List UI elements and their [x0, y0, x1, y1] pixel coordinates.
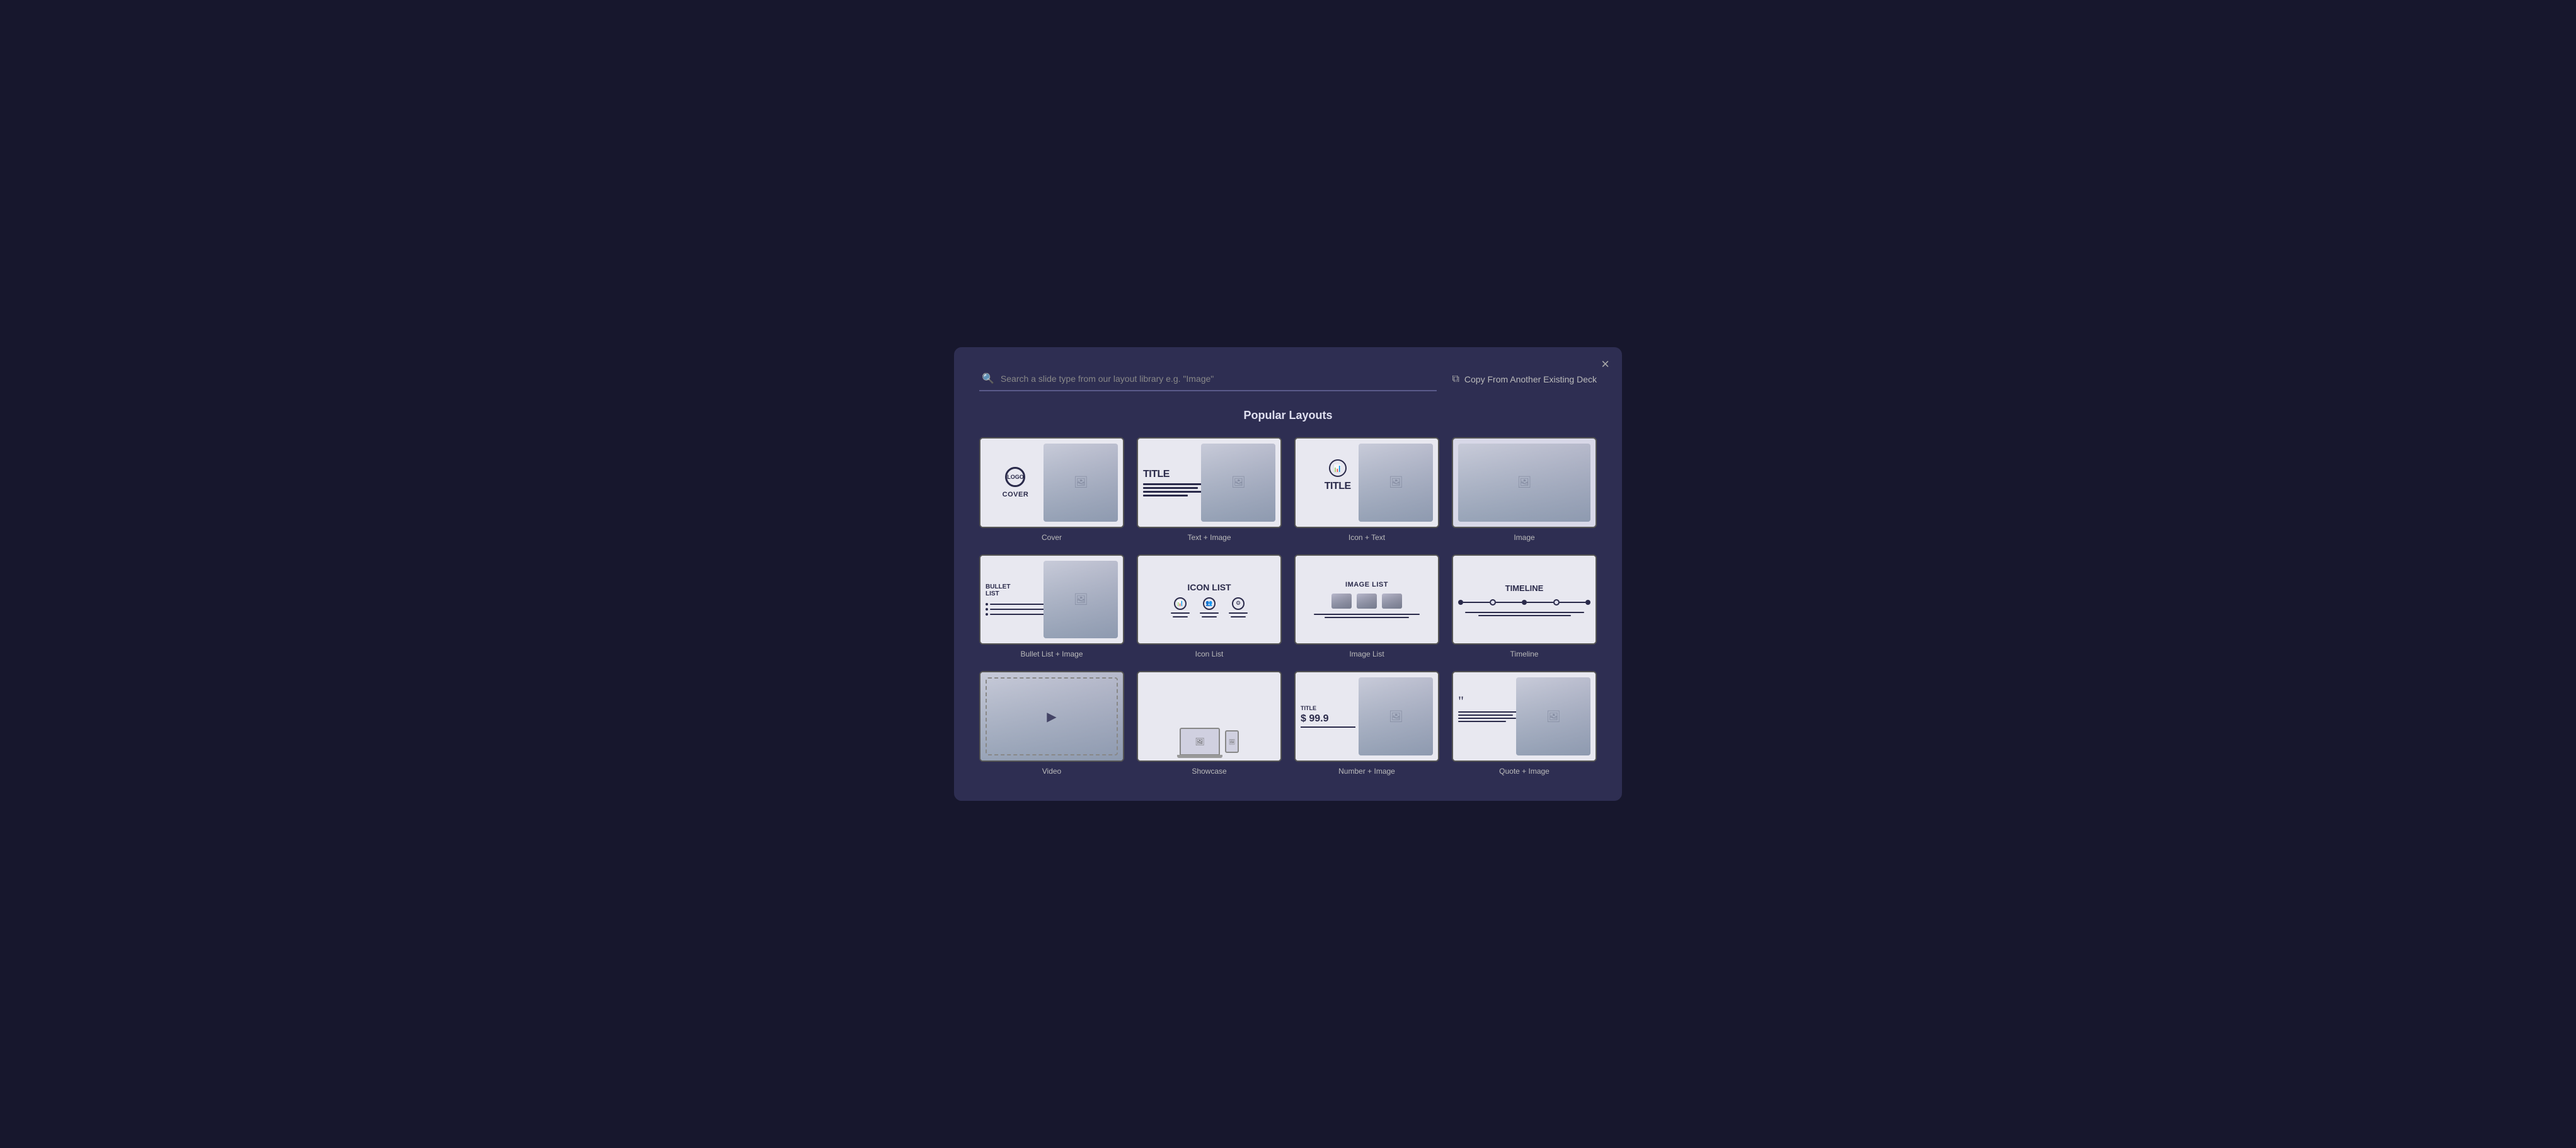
cover-thumbnail: LOGO COVER 🖼	[979, 437, 1124, 528]
it-title: TITLE	[1325, 481, 1351, 492]
bl-title-text: BULLETLIST	[986, 583, 1050, 597]
section-title: Popular Layouts	[979, 409, 1597, 422]
layout-label-text-image: Text + Image	[1187, 533, 1231, 542]
layout-item-image[interactable]: 🖼 Image	[1452, 437, 1597, 542]
layout-item-showcase[interactable]: 🖼 🖼 Showcase	[1137, 671, 1282, 776]
showcase-thumbnail: 🖼 🖼	[1137, 671, 1282, 762]
cover-label: COVER	[1003, 491, 1029, 498]
layout-item-icon-text[interactable]: 📊 TITLE 🖼	[1294, 437, 1439, 542]
layout-item-bullet-list[interactable]: BULLETLIST 🖼 Bullet Lis	[979, 554, 1124, 659]
layout-label-image-list: Image List	[1349, 650, 1384, 658]
layout-label-icon-text: Icon + Text	[1348, 533, 1385, 542]
layout-label-showcase: Showcase	[1192, 767, 1226, 776]
layout-item-video[interactable]: ▶ Video	[979, 671, 1124, 776]
layout-label-icon-list: Icon List	[1195, 650, 1224, 658]
search-box: 🔍	[979, 367, 1437, 391]
layout-label-cover: Cover	[1042, 533, 1062, 542]
layout-item-icon-list[interactable]: ICON LIST 📊 👥	[1137, 554, 1282, 659]
layout-label-image: Image	[1514, 533, 1534, 542]
icon-list-thumbnail: ICON LIST 📊 👥	[1137, 554, 1282, 645]
icon-text-thumbnail: 📊 TITLE 🖼	[1294, 437, 1439, 528]
copy-icon: ⧉	[1452, 374, 1459, 385]
layout-label-timeline: Timeline	[1510, 650, 1539, 658]
bullet-list-thumbnail: BULLETLIST 🖼	[979, 554, 1124, 645]
layout-item-quote-image[interactable]: " " 🖼	[1452, 671, 1597, 776]
iml-images	[1331, 594, 1402, 609]
tl-sub-lines	[1458, 612, 1590, 616]
copy-from-deck[interactable]: ⧉ Copy From Another Existing Deck	[1452, 374, 1597, 385]
layout-label-bullet-list: Bullet List + Image	[1020, 650, 1083, 658]
image-list-thumbnail: IMAGE LIST	[1294, 554, 1439, 645]
video-thumbnail: ▶	[979, 671, 1124, 762]
layout-item-number-image[interactable]: TITLE $ 99.9 🖼 Number + Image	[1294, 671, 1439, 776]
layouts-grid: LOGO COVER 🖼 Cover	[979, 437, 1597, 776]
quote-image-thumbnail: " " 🖼	[1452, 671, 1597, 762]
copy-from-label: Copy From Another Existing Deck	[1464, 374, 1597, 384]
image-thumbnail: 🖼	[1452, 437, 1597, 528]
number-image-thumbnail: TITLE $ 99.9 🖼	[1294, 671, 1439, 762]
text-image-thumbnail: TITLE 🖼	[1137, 437, 1282, 528]
laptop-icon: 🖼	[1180, 728, 1220, 755]
iml-title-text: IMAGE LIST	[1345, 581, 1388, 588]
layout-item-image-list[interactable]: IMAGE LIST Image List	[1294, 554, 1439, 659]
timeline-thumbnail: TIMELINE	[1452, 554, 1597, 645]
layout-item-text-image[interactable]: TITLE 🖼	[1137, 437, 1282, 542]
it-icon: 📊	[1329, 459, 1347, 477]
layout-picker-modal: × 🔍 ⧉ Copy From Another Existing Deck Po…	[954, 347, 1622, 801]
tl-dots-row	[1458, 599, 1590, 606]
layout-label-quote-image: Quote + Image	[1499, 767, 1550, 776]
layout-label-video: Video	[1042, 767, 1061, 776]
il-icons: 📊 👥 ⚙	[1171, 597, 1248, 617]
search-icon: 🔍	[982, 372, 994, 385]
modal-overlay[interactable]: × 🔍 ⧉ Copy From Another Existing Deck Po…	[0, 0, 2576, 1148]
play-icon: ▶	[1043, 708, 1061, 725]
search-row: 🔍 ⧉ Copy From Another Existing Deck	[979, 367, 1597, 391]
tl-title-text: TIMELINE	[1505, 583, 1544, 593]
il-title-text: ICON LIST	[1187, 582, 1231, 592]
search-input[interactable]	[1001, 374, 1435, 384]
layout-item-timeline[interactable]: TIMELINE	[1452, 554, 1597, 659]
layout-label-number-image: Number + Image	[1338, 767, 1395, 776]
logo-circle: LOGO	[1005, 467, 1025, 487]
phone-icon: 🖼	[1225, 730, 1239, 753]
close-button[interactable]: ×	[1601, 357, 1609, 371]
layout-item-cover[interactable]: LOGO COVER 🖼 Cover	[979, 437, 1124, 542]
bl-bullets	[986, 603, 1050, 616]
